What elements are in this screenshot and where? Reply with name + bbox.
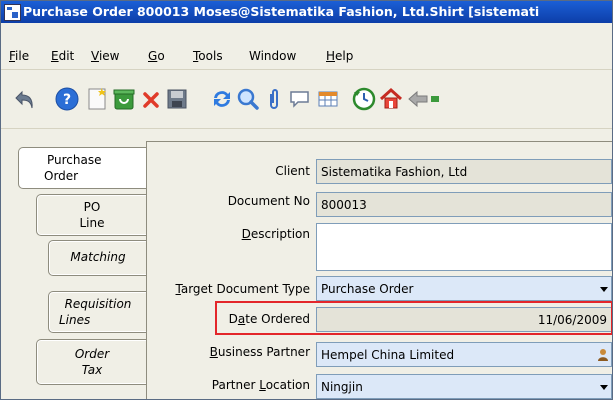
history-icon[interactable] bbox=[351, 86, 379, 114]
find-icon[interactable] bbox=[235, 86, 263, 114]
tab-po-line-label-1: PO bbox=[83, 200, 101, 214]
attachment-icon[interactable] bbox=[261, 86, 289, 114]
grid-toggle-icon[interactable] bbox=[315, 86, 343, 114]
document-no-field[interactable]: 800013 bbox=[316, 192, 612, 217]
menu-go[interactable]: Go bbox=[148, 49, 165, 63]
target-document-type-value: Purchase Order bbox=[321, 282, 414, 296]
partner-location-label: Partner Location bbox=[211, 378, 310, 392]
app-window: Purchase Order 800013 Moses@Sistematika … bbox=[0, 0, 613, 400]
tab-po-line-label-2: Line bbox=[79, 216, 105, 230]
app-window-icon bbox=[4, 4, 21, 21]
back-icon[interactable] bbox=[405, 86, 433, 114]
chevron-down-icon[interactable] bbox=[597, 375, 611, 398]
business-partner-label: Business Partner bbox=[209, 345, 310, 359]
new-record-icon[interactable] bbox=[84, 86, 112, 114]
menu-edit[interactable]: Edit bbox=[51, 49, 74, 63]
business-partner-value: Hempel China Limited bbox=[321, 348, 455, 362]
tab-po-line[interactable]: PO Line bbox=[36, 194, 147, 236]
next-icon[interactable] bbox=[431, 86, 445, 114]
undo-icon[interactable] bbox=[13, 86, 41, 114]
chevron-down-icon[interactable] bbox=[597, 277, 611, 300]
partner-location-value: Ningjin bbox=[321, 380, 363, 394]
svg-text:?: ? bbox=[63, 92, 71, 108]
tab-order-tax[interactable]: Order Tax bbox=[36, 339, 147, 385]
tab-purchase-order-label-1: Purchase bbox=[47, 153, 102, 167]
tab-requisition-lines-label-2: Lines bbox=[59, 313, 91, 327]
delete-icon[interactable] bbox=[139, 86, 167, 114]
description-field[interactable] bbox=[316, 223, 612, 271]
business-partner-field[interactable]: Hempel China Limited bbox=[316, 342, 612, 367]
tab-requisition-lines[interactable]: Requisition Lines bbox=[48, 291, 147, 333]
date-ordered-highlight bbox=[215, 301, 612, 335]
chat-icon[interactable] bbox=[287, 86, 315, 114]
menu-help[interactable]: Help bbox=[326, 49, 353, 63]
document-no-label: Document No bbox=[227, 194, 310, 208]
title-bar[interactable]: Purchase Order 800013 Moses@Sistematika … bbox=[1, 1, 612, 23]
description-label: Description bbox=[241, 227, 310, 241]
menu-tools[interactable]: Tools bbox=[193, 49, 223, 63]
partner-location-select[interactable]: Ningjin bbox=[316, 374, 612, 399]
target-document-type-select[interactable]: Purchase Order bbox=[316, 276, 612, 301]
copy-record-icon[interactable] bbox=[111, 86, 139, 114]
save-icon[interactable] bbox=[164, 86, 192, 114]
help-icon[interactable]: ? bbox=[54, 86, 82, 114]
tab-order-tax-label-1: Order bbox=[74, 347, 110, 361]
refresh-icon[interactable] bbox=[209, 86, 237, 114]
tab-requisition-lines-label-1: Requisition bbox=[64, 297, 132, 311]
tab-order-tax-label-2: Tax bbox=[81, 363, 103, 377]
menu-view[interactable]: View bbox=[91, 49, 119, 63]
tab-purchase-order-label-2: Order bbox=[44, 169, 79, 183]
target-document-type-label: Target Document Type bbox=[175, 282, 310, 296]
person-icon[interactable] bbox=[597, 348, 609, 364]
tab-purchase-order[interactable]: Purchase Order bbox=[18, 147, 147, 189]
home-icon[interactable] bbox=[378, 86, 406, 114]
client-field[interactable]: Sistematika Fashion, Ltd bbox=[316, 159, 612, 184]
client-label: Client bbox=[275, 164, 310, 178]
tab-matching[interactable]: Matching bbox=[48, 240, 147, 276]
tab-matching-label: Matching bbox=[70, 250, 126, 264]
menu-file[interactable]: File bbox=[9, 49, 29, 63]
menu-window[interactable]: Window bbox=[249, 49, 296, 63]
window-title: Purchase Order 800013 Moses@Sistematika … bbox=[23, 4, 540, 19]
